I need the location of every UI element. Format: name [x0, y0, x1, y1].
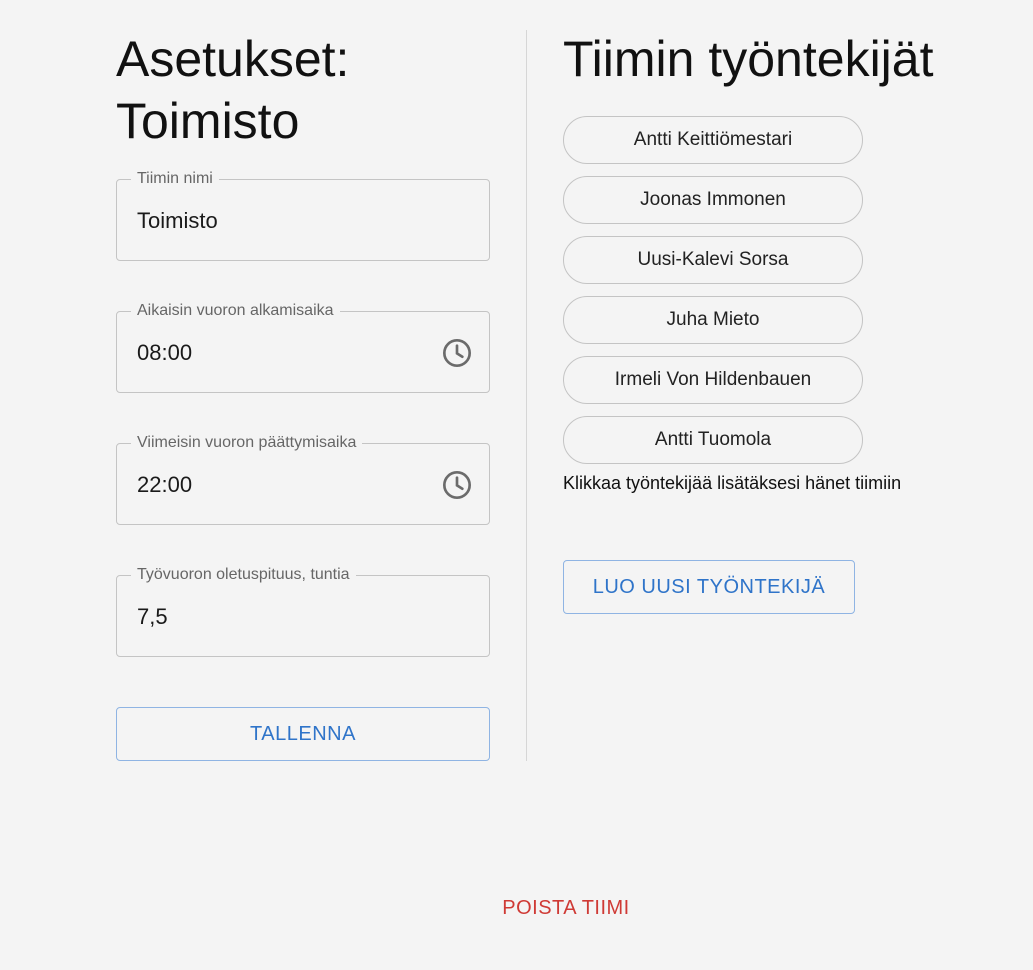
- employee-chip[interactable]: Joonas Immonen: [563, 176, 863, 224]
- create-employee-button[interactable]: LUO UUSI TYÖNTEKIJÄ: [563, 560, 855, 614]
- employee-chip[interactable]: Uusi-Kalevi Sorsa: [563, 236, 863, 284]
- settings-heading-line2: Toimisto: [116, 93, 300, 149]
- save-button[interactable]: TALLENNA: [116, 707, 490, 761]
- shift-length-label: Työvuoron oletuspituus, tuntia: [131, 565, 356, 585]
- employee-chip[interactable]: Antti Keittiömestari: [563, 116, 863, 164]
- team-name-field[interactable]: Tiimin nimi Toimisto: [116, 169, 490, 261]
- employee-chip[interactable]: Irmeli Von Hildenbauen: [563, 356, 863, 404]
- settings-heading: Asetukset: Toimisto: [116, 28, 490, 152]
- shift-end-field[interactable]: Viimeisin vuoron päättymisaika 22:00: [116, 433, 490, 525]
- team-name-label: Tiimin nimi: [131, 169, 219, 189]
- settings-panel: Asetukset: Toimisto Tiimin nimi Toimisto…: [116, 28, 490, 761]
- shift-start-field[interactable]: Aikaisin vuoron alkamisaika 08:00: [116, 301, 490, 393]
- shift-start-label: Aikaisin vuoron alkamisaika: [131, 301, 340, 321]
- team-settings-page: Asetukset: Toimisto Tiimin nimi Toimisto…: [0, 0, 1033, 970]
- shift-end-value[interactable]: 22:00: [137, 472, 192, 498]
- shift-length-field[interactable]: Työvuoron oletuspituus, tuntia 7,5: [116, 565, 490, 657]
- clock-icon[interactable]: [441, 469, 473, 501]
- clock-icon[interactable]: [441, 337, 473, 369]
- column-divider: [526, 30, 527, 761]
- shift-length-value[interactable]: 7,5: [137, 604, 168, 630]
- shift-end-label: Viimeisin vuoron päättymisaika: [131, 433, 363, 453]
- delete-team-button[interactable]: POISTA TIIMI: [490, 890, 642, 926]
- employee-chip[interactable]: Antti Tuomola: [563, 416, 863, 464]
- employee-chip[interactable]: Juha Mieto: [563, 296, 863, 344]
- add-employee-hint: Klikkaa työntekijää lisätäksesi hänet ti…: [563, 473, 902, 493]
- team-name-value[interactable]: Toimisto: [137, 208, 218, 234]
- shift-start-value[interactable]: 08:00: [137, 340, 192, 366]
- team-heading: Tiimin työntekijät: [563, 31, 934, 87]
- settings-heading-line1: Asetukset:: [116, 31, 350, 87]
